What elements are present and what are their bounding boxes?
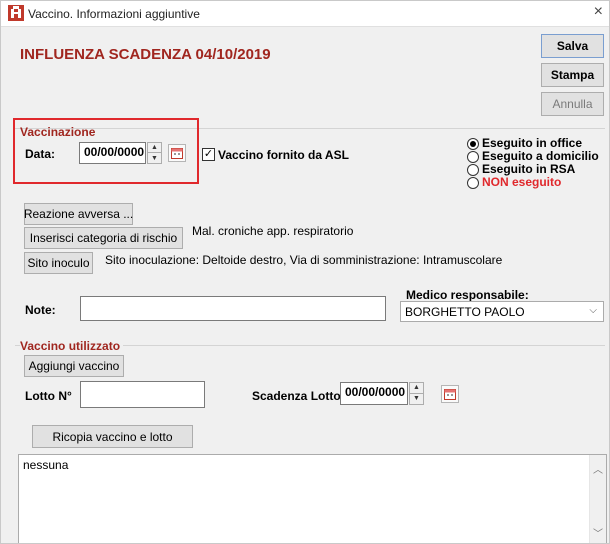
window-title: Vaccino. Informazioni aggiuntive xyxy=(28,7,200,21)
doctor-value: BORGHETTO PAOLO xyxy=(405,305,525,319)
risk-category-value: Mal. croniche app. respiratorio xyxy=(192,224,354,238)
lot-label: Lotto N° xyxy=(25,389,72,403)
radio-label-office: Eseguito in office xyxy=(482,136,583,150)
doctor-label: Medico responsabile: xyxy=(406,288,529,302)
date-field[interactable]: 00/00/0000 xyxy=(79,142,146,164)
calendar-button[interactable] xyxy=(168,144,186,162)
date-spinner[interactable]: ▲ ▼ xyxy=(147,142,162,164)
lot-expiry-label: Scadenza Lotto: xyxy=(252,389,345,403)
copy-vaccine-lot-button[interactable]: Ricopia vaccino e lotto xyxy=(32,425,193,448)
adverse-reaction-button[interactable]: Reazione avversa ... xyxy=(24,203,133,225)
lot-expiry-field[interactable]: 00/00/0000 xyxy=(340,382,408,405)
app-logo-icon xyxy=(8,5,24,21)
notes-input[interactable] xyxy=(80,296,386,321)
scroll-down-icon[interactable]: ﹀ xyxy=(593,525,603,540)
radio-non-eseguito[interactable] xyxy=(467,177,479,189)
title-bar: Vaccino. Informazioni aggiuntive × xyxy=(1,1,609,27)
lot-expiry-calendar-button[interactable] xyxy=(441,385,459,403)
injection-site-value: Sito inoculazione: Deltoide destro, Via … xyxy=(105,253,503,267)
spin-down-icon[interactable]: ▼ xyxy=(148,153,161,163)
spin-down-icon[interactable]: ▼ xyxy=(410,394,423,405)
print-button[interactable]: Stampa xyxy=(541,63,604,87)
radio-label-domicilio: Eseguito a domicilio xyxy=(482,149,599,163)
notes-label: Note: xyxy=(25,303,56,317)
vaccine-used-title: Vaccino utilizzato xyxy=(20,339,124,353)
add-vaccine-button[interactable]: Aggiungi vaccino xyxy=(24,355,124,377)
calendar-icon xyxy=(444,389,456,400)
chevron-down-icon: ⌵ xyxy=(589,305,597,316)
calendar-icon xyxy=(171,148,183,159)
vertical-scrollbar[interactable]: ︿ ﹀ xyxy=(589,455,606,543)
radio-label-rsa: Eseguito in RSA xyxy=(482,162,576,176)
lot-input[interactable] xyxy=(80,381,205,408)
check-icon: ✓ xyxy=(203,148,214,160)
injection-site-button[interactable]: Sito inoculo xyxy=(24,252,93,274)
spin-up-icon[interactable]: ▲ xyxy=(410,383,423,394)
vaccinazione-title: Vaccinazione xyxy=(20,125,96,139)
bottom-textarea[interactable]: nessuna ︿ ﹀ xyxy=(18,454,607,543)
save-button[interactable]: Salva xyxy=(541,34,604,58)
radio-label-non-eseguito: NON eseguito xyxy=(482,175,562,189)
lot-expiry-spinner[interactable]: ▲ ▼ xyxy=(409,382,424,405)
date-label: Data: xyxy=(25,147,56,161)
radio-eseguito-domicilio[interactable] xyxy=(467,151,479,163)
radio-eseguito-rsa[interactable] xyxy=(467,164,479,176)
page-title: INFLUENZA SCADENZA 04/10/2019 xyxy=(20,46,271,63)
bottom-text-value: nessuna xyxy=(23,458,69,472)
radio-eseguito-office[interactable] xyxy=(467,138,479,150)
scroll-up-icon[interactable]: ︿ xyxy=(593,461,603,476)
cancel-button[interactable]: Annulla xyxy=(541,92,604,116)
dialog-window: Vaccino. Informazioni aggiuntive × INFLU… xyxy=(0,0,610,544)
close-icon[interactable]: × xyxy=(594,3,603,21)
risk-category-button[interactable]: Inserisci categoria di rischio xyxy=(24,227,183,249)
date-value: 00/00/0000 xyxy=(84,145,145,159)
lot-expiry-value: 00/00/0000 xyxy=(345,385,406,399)
spin-up-icon[interactable]: ▲ xyxy=(148,143,161,153)
asl-checkbox-label: Vaccino fornito da ASL xyxy=(218,148,349,162)
doctor-select[interactable]: BORGHETTO PAOLO ⌵ xyxy=(400,301,604,322)
asl-checkbox[interactable]: ✓ xyxy=(202,148,215,161)
